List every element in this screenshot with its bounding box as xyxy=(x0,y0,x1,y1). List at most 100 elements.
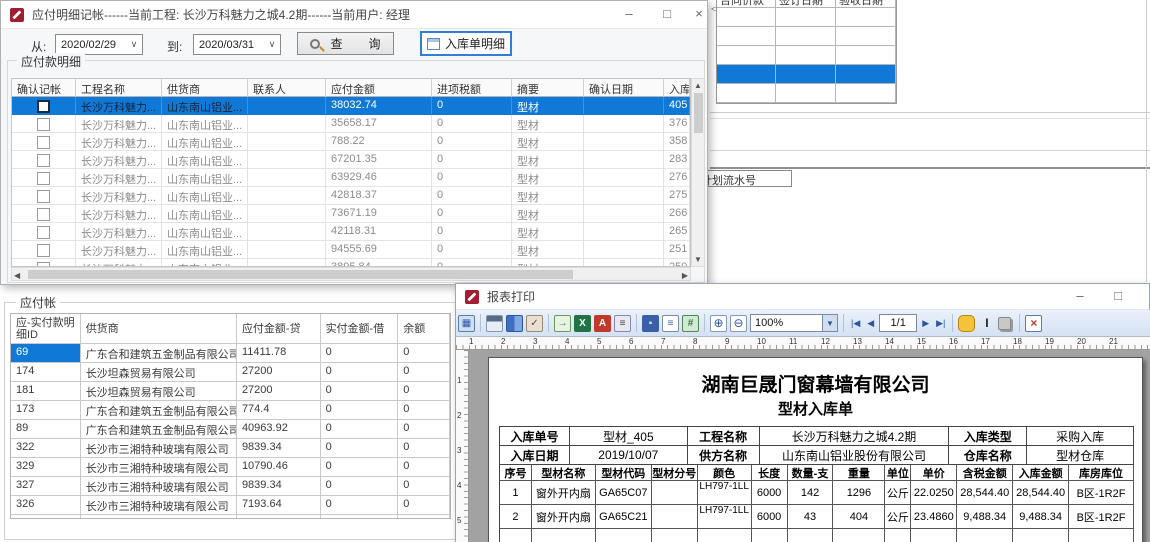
cell[interactable] xyxy=(321,515,399,519)
edit-icon[interactable]: ≡ xyxy=(614,315,631,332)
cell[interactable] xyxy=(584,97,664,115)
cell[interactable]: 0 xyxy=(321,496,399,515)
scrollbar-thumb[interactable] xyxy=(694,93,703,133)
scroll-down-icon[interactable]: ▼ xyxy=(692,255,704,264)
cell[interactable]: 0 xyxy=(321,477,399,496)
cell[interactable] xyxy=(248,241,326,259)
cell[interactable] xyxy=(584,187,664,205)
cell[interactable] xyxy=(584,151,664,169)
header-cell[interactable]: 联系人 xyxy=(248,79,326,97)
table-row[interactable]: 长沙万科魅力...山东南山铝业...67201.350型材283 xyxy=(12,151,690,169)
cell[interactable]: 322 xyxy=(11,439,81,458)
maximize-icon[interactable]: □ xyxy=(657,1,677,27)
table-row[interactable]: 长沙万科魅力...山东南山铝业...788.220型材358 xyxy=(12,133,690,151)
table-row[interactable]: 69广东合和建筑五金制品有限公司11411.7800 xyxy=(11,344,450,363)
cell[interactable]: 山东南山铝业... xyxy=(162,241,248,259)
cell[interactable] xyxy=(12,133,76,151)
cell[interactable]: 0 xyxy=(321,382,399,401)
cell[interactable] xyxy=(12,205,76,223)
cell[interactable]: 67201.35 xyxy=(326,151,432,169)
cell[interactable]: 山东南山铝业... xyxy=(162,187,248,205)
cell[interactable]: 0 xyxy=(432,133,512,151)
cell[interactable] xyxy=(12,241,76,259)
maximize-icon[interactable]: □ xyxy=(1108,283,1128,309)
cell[interactable]: 0 xyxy=(398,477,450,496)
cell[interactable]: 长沙万科魅力... xyxy=(76,97,162,115)
table-row[interactable]: 长沙万科魅力...山东南山铝业...42818.370型材275 xyxy=(12,187,690,205)
minimize-icon[interactable]: – xyxy=(619,1,639,27)
table-row[interactable]: 329长沙市三湘特种玻璃有限公司10790.4600 xyxy=(11,458,450,477)
zoom-out-icon[interactable]: ⊖ xyxy=(730,315,747,332)
cell[interactable]: 0 xyxy=(432,241,512,259)
zoom-select[interactable]: 100%▼ xyxy=(750,314,838,332)
cell[interactable] xyxy=(12,223,76,241)
cell[interactable] xyxy=(237,515,321,519)
checkbox[interactable] xyxy=(37,172,50,185)
table-row[interactable]: 长沙万科魅力...山东南山铝业...63929.460型材276 xyxy=(12,169,690,187)
cell[interactable]: 山东南山铝业... xyxy=(162,97,248,115)
inbound-detail-button[interactable]: 入库单明细 xyxy=(420,31,512,56)
cell[interactable] xyxy=(12,97,76,115)
cell[interactable]: 广东合和建筑五金制品有限公司 xyxy=(81,401,237,420)
table-row[interactable]: 长沙万科魅力...山东南山铝业...94555.690型材251 xyxy=(12,241,690,259)
cell[interactable]: 0 xyxy=(432,169,512,187)
zoom-in-icon[interactable]: ⊕ xyxy=(710,315,727,332)
cell[interactable]: 型材 xyxy=(512,187,584,205)
table-row[interactable]: 173广东合和建筑五金制品有限公司774.400 xyxy=(11,401,450,420)
cell[interactable]: 长沙万科魅力... xyxy=(76,187,162,205)
cell[interactable]: 73671.19 xyxy=(326,205,432,223)
checkbox[interactable] xyxy=(37,154,50,167)
cell[interactable]: 长沙万科魅力... xyxy=(76,223,162,241)
cell[interactable]: 型材 xyxy=(512,241,584,259)
next-page-icon[interactable]: ▶ xyxy=(920,318,931,329)
chevron-down-icon[interactable]: ▼ xyxy=(822,315,837,331)
cell[interactable]: 0 xyxy=(432,205,512,223)
table-row[interactable]: 326长沙市三湘特种玻璃有限公司7193.6400 xyxy=(11,496,450,515)
cell[interactable]: 山东南山铝业... xyxy=(162,169,248,187)
cell[interactable]: 长沙万科魅力... xyxy=(76,241,162,259)
win1-titlebar[interactable]: 应付明细记帐------当前工程: 长沙万科魅力之城4.2期------当前用户… xyxy=(1,1,707,29)
cell[interactable]: 型材 xyxy=(512,115,584,133)
cell[interactable]: 0 xyxy=(321,458,399,477)
doc-icon[interactable]: ≡ xyxy=(662,315,679,332)
copy-icon[interactable] xyxy=(998,317,1011,330)
cell[interactable]: 长沙万科魅力... xyxy=(76,115,162,133)
cell[interactable]: 长沙市三湘特种玻璃有限公司 xyxy=(81,458,237,477)
preview-page-area[interactable]: 湖南巨晟门窗幕墙有限公司 型材入库单 入库单号型材_405工程名称长沙万科魅力之… xyxy=(469,350,1150,542)
query-button[interactable]: 查询 xyxy=(297,32,394,55)
cell[interactable]: 266 xyxy=(664,205,690,223)
table-row[interactable]: 长沙万科魅力...山东南山铝业...38032.740型材405 xyxy=(12,97,690,115)
cell[interactable]: 山东南山铝业... xyxy=(162,223,248,241)
save-icon[interactable]: ▪ xyxy=(642,315,659,332)
header-cell[interactable]: 应付金额 xyxy=(326,79,432,97)
cell[interactable]: 长沙坦森贸易有限公司 xyxy=(81,382,237,401)
cell[interactable]: 型材 xyxy=(512,223,584,241)
cell[interactable]: 型材 xyxy=(512,97,584,115)
cell[interactable]: 0 xyxy=(398,496,450,515)
cell[interactable]: 10790.46 xyxy=(237,458,321,477)
table-row[interactable]: 长沙万科魅力...山东南山铝业...35658.170型材376 xyxy=(12,115,690,133)
cell[interactable]: 山东南山铝业... xyxy=(162,259,248,267)
cell[interactable]: 长沙万科魅力... xyxy=(76,133,162,151)
cell[interactable]: 长沙市三湘特种玻璃有限公司 xyxy=(81,496,237,515)
cell[interactable]: 250 xyxy=(664,259,690,267)
cell[interactable]: 265 xyxy=(664,223,690,241)
cell[interactable]: 326 xyxy=(11,496,81,515)
table-row[interactable]: 长沙万科魅力...山东南山铝业... 42118.310型材 265 xyxy=(12,223,690,241)
cell[interactable] xyxy=(248,259,326,267)
design-icon[interactable]: ▦ xyxy=(458,315,475,332)
cell[interactable] xyxy=(584,223,664,241)
cell[interactable] xyxy=(584,169,664,187)
header-cell[interactable]: 确认日期 xyxy=(584,79,664,97)
cell[interactable]: 0 xyxy=(432,151,512,169)
tools-icon[interactable]: ✓ xyxy=(526,315,543,332)
cell[interactable]: 0 xyxy=(432,223,512,241)
cell[interactable]: 42118.31 xyxy=(326,223,432,241)
cell[interactable]: 27200 xyxy=(237,363,321,382)
cell[interactable]: 型材 xyxy=(512,169,584,187)
cell[interactable]: 94555.69 xyxy=(326,241,432,259)
cell[interactable] xyxy=(584,133,664,151)
cell[interactable]: 9839.34 xyxy=(237,477,321,496)
scrollbar-thumb[interactable] xyxy=(28,270,573,279)
checkbox[interactable] xyxy=(37,226,50,239)
